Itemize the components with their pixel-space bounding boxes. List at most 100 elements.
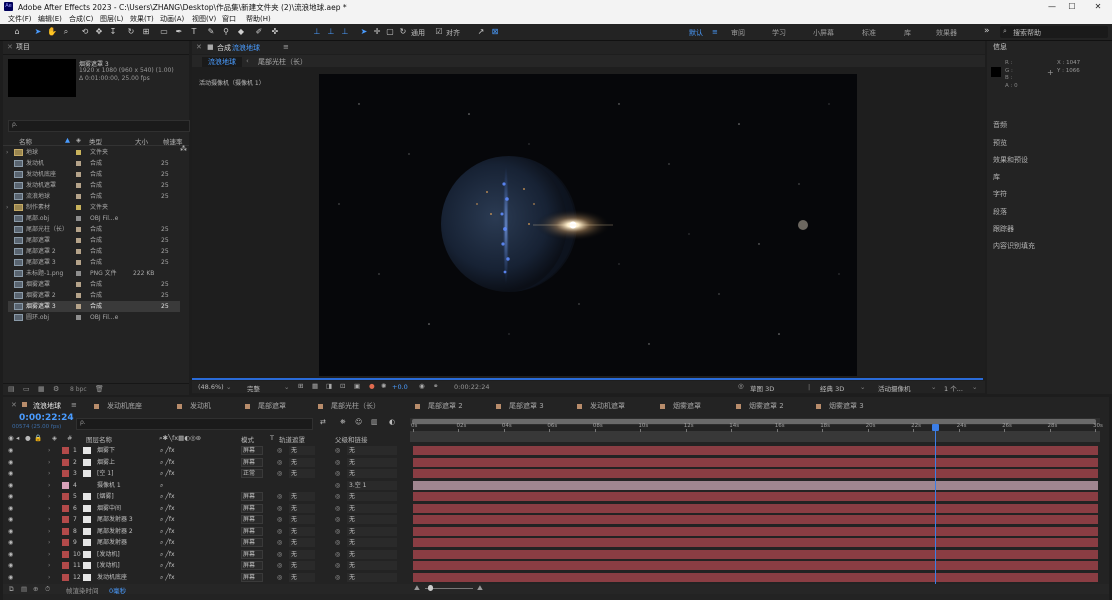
panel-libraries[interactable]: 库	[993, 172, 1000, 182]
column-trkmat-t[interactable]: T	[270, 434, 274, 442]
layer-label-color[interactable]	[62, 481, 69, 489]
layer-duration-bar[interactable]	[413, 457, 1098, 467]
region-icon[interactable]: ▣	[354, 382, 360, 390]
layer-row[interactable]: ◉ › 10 [发动机] ⌕ ╱fx 屏幕 ◎ 无 ◎ 无	[7, 549, 407, 560]
view-layout-dropdown[interactable]: 1 个...	[944, 383, 963, 393]
layer-duration-bar[interactable]	[413, 538, 1098, 547]
project-item[interactable]: 发动机 合成 25	[8, 158, 180, 169]
track-matte-pickwhip-icon[interactable]: ◎	[277, 457, 282, 468]
workspace-more-icon[interactable]: »	[984, 26, 990, 36]
pan-camera-icon[interactable]: ✥	[94, 27, 104, 37]
parent-dropdown[interactable]: 无	[347, 526, 397, 536]
layer-mode-dropdown[interactable]: 屏幕	[241, 446, 263, 455]
label-color-swatch[interactable]	[76, 161, 81, 166]
parent-pickwhip-icon[interactable]: ◎	[335, 549, 340, 560]
layer-name[interactable]: 烟雾下	[97, 445, 115, 456]
dolly-camera-icon[interactable]: ↧	[108, 27, 118, 37]
column-track-matte[interactable]: 轨道遮罩	[279, 434, 305, 444]
layer-label-color[interactable]	[62, 539, 69, 546]
layer-name[interactable]: [发动机]	[97, 549, 120, 560]
switches-icon[interactable]: ⌕✱╲fx▦◐◎⊛	[159, 434, 201, 443]
project-item[interactable]: 发动机遮罩 合成 25	[8, 180, 180, 191]
zoom-chevron-down-icon[interactable]: ⌄	[226, 383, 231, 391]
comp-panel-title[interactable]: 合成	[217, 43, 231, 53]
track-matte-dropdown[interactable]: 无	[289, 446, 315, 455]
workspace-learn[interactable]: 学习	[772, 28, 786, 38]
timeline-tab-active[interactable]: 流浪地球	[33, 401, 61, 411]
project-item[interactable]: 尾部遮罩 3 合成 25	[8, 257, 180, 268]
parent-dropdown[interactable]: 无	[347, 492, 397, 501]
panel-content-aware-fill[interactable]: 内容识别填充	[993, 241, 1035, 251]
parent-pickwhip-icon[interactable]: ◎	[335, 491, 340, 502]
renderer-icon[interactable]: ◎	[738, 382, 744, 390]
track-matte-pickwhip-icon[interactable]: ◎	[277, 537, 282, 548]
layer-row[interactable]: ◉ › 3 [空 1] ⌕ ╱fx 正常 ◎ 无 ◎ 无	[7, 468, 407, 479]
track-matte-pickwhip-icon[interactable]: ◎	[277, 491, 282, 502]
color-channels-icon[interactable]: ●	[369, 382, 375, 390]
scale-icon[interactable]: ▢	[385, 27, 395, 37]
parent-dropdown[interactable]: 无	[347, 457, 397, 467]
layer-expand-icon[interactable]: ›	[48, 491, 50, 502]
flowchart-icon[interactable]: ⁂	[180, 145, 187, 153]
guides-icon[interactable]: ⊡	[340, 382, 345, 390]
visibility-eye-icon[interactable]: ◉	[8, 549, 13, 560]
zoom-dropdown[interactable]: (48.6%)	[198, 383, 224, 391]
layer-label-color[interactable]	[62, 470, 69, 477]
layer-switches-icon[interactable]: ⌕ ╱fx	[160, 503, 175, 514]
current-time-indicator-head[interactable]	[932, 424, 940, 431]
layer-label-color[interactable]	[62, 504, 69, 512]
label-color-swatch[interactable]	[76, 194, 81, 199]
column-type[interactable]: 类型	[89, 136, 102, 146]
layer-name[interactable]: 尾部发射器 2	[97, 526, 133, 537]
world-axis-icon[interactable]: ⊥	[326, 27, 336, 37]
menu-layer[interactable]: 图层(L)	[100, 14, 123, 24]
label-column-icon[interactable]: ◈	[76, 136, 81, 144]
track-matte-pickwhip-icon[interactable]: ◎	[277, 549, 282, 560]
exposure-icon[interactable]: ✺	[381, 382, 386, 390]
workspace-default[interactable]: 默认	[689, 28, 703, 38]
layer-label-color[interactable]	[62, 447, 69, 454]
layer-switches-icon[interactable]: ⌕ ╱fx	[160, 560, 175, 571]
layer-row[interactable]: ◉ › 4 摄像机 1 ⌕ ◎ 3.空 1	[7, 480, 407, 491]
menu-edit[interactable]: 编辑(E)	[38, 14, 62, 24]
column-parent[interactable]: 父级和链接	[335, 434, 368, 444]
menu-help[interactable]: 帮助(H)	[246, 14, 271, 24]
layer-duration-bar[interactable]	[413, 561, 1098, 570]
track-matte-pickwhip-icon[interactable]: ◎	[277, 560, 282, 571]
layer-duration-bar[interactable]	[413, 446, 1098, 455]
info-panel-title[interactable]: 信息	[987, 41, 1112, 54]
type-tool-icon[interactable]: T	[189, 27, 199, 37]
layer-expand-icon[interactable]: ›	[48, 503, 50, 514]
timeline-tab[interactable]: 尾部光柱（长）	[318, 401, 380, 411]
layer-duration-bar[interactable]	[413, 469, 1098, 478]
layer-label-color[interactable]	[62, 527, 69, 535]
timeline-close-icon[interactable]: ✕	[11, 401, 17, 409]
comp-panel-comp-name[interactable]: 流浪地球	[232, 43, 260, 53]
layer-name[interactable]: 摄像机 1	[97, 480, 121, 491]
parent-dropdown[interactable]: 无	[347, 572, 397, 582]
interpret-footage-icon[interactable]: ▤	[8, 385, 15, 393]
column-layer-name[interactable]: 图层名称	[86, 434, 112, 444]
viewer-timecode[interactable]: 0:00:22:24	[454, 383, 490, 391]
view-3d-dropdown[interactable]: 经典 3D	[820, 383, 844, 393]
menu-window[interactable]: 窗口	[222, 14, 236, 24]
bit-depth-label[interactable]: 8 bpc	[70, 386, 87, 393]
column-size[interactable]: 大小	[135, 136, 148, 146]
layer-switches-icon[interactable]: ⌕	[160, 480, 163, 491]
layer-name[interactable]: [发动机]	[97, 560, 120, 571]
home-icon[interactable]: ⌂	[12, 27, 22, 37]
layer-duration-bar[interactable]	[413, 572, 1098, 582]
folder-expand-icon[interactable]: ›	[6, 147, 8, 158]
layer-row[interactable]: ◉ › 5 [烟雾] ⌕ ╱fx 屏幕 ◎ 无 ◎ 无	[7, 491, 407, 502]
label-color-swatch[interactable]	[76, 282, 81, 287]
layer-switches-icon[interactable]: ⌕ ╱fx	[160, 549, 175, 560]
layer-switches-icon[interactable]: ⌕ ╱fx	[160, 491, 175, 502]
track-matte-dropdown[interactable]: 无	[289, 492, 315, 501]
layer-row[interactable]: ◉ › 1 烟雾下 ⌕ ╱fx 屏幕 ◎ 无 ◎ 无	[7, 445, 407, 456]
current-time-indicator[interactable]	[935, 424, 937, 584]
visibility-eye-icon[interactable]: ◉	[8, 457, 13, 468]
visibility-eye-icon[interactable]: ◉	[8, 468, 13, 479]
column-mode[interactable]: 模式	[241, 434, 254, 444]
pen-tool-icon[interactable]: ✒	[174, 27, 184, 37]
layer-label-color[interactable]	[62, 562, 69, 569]
